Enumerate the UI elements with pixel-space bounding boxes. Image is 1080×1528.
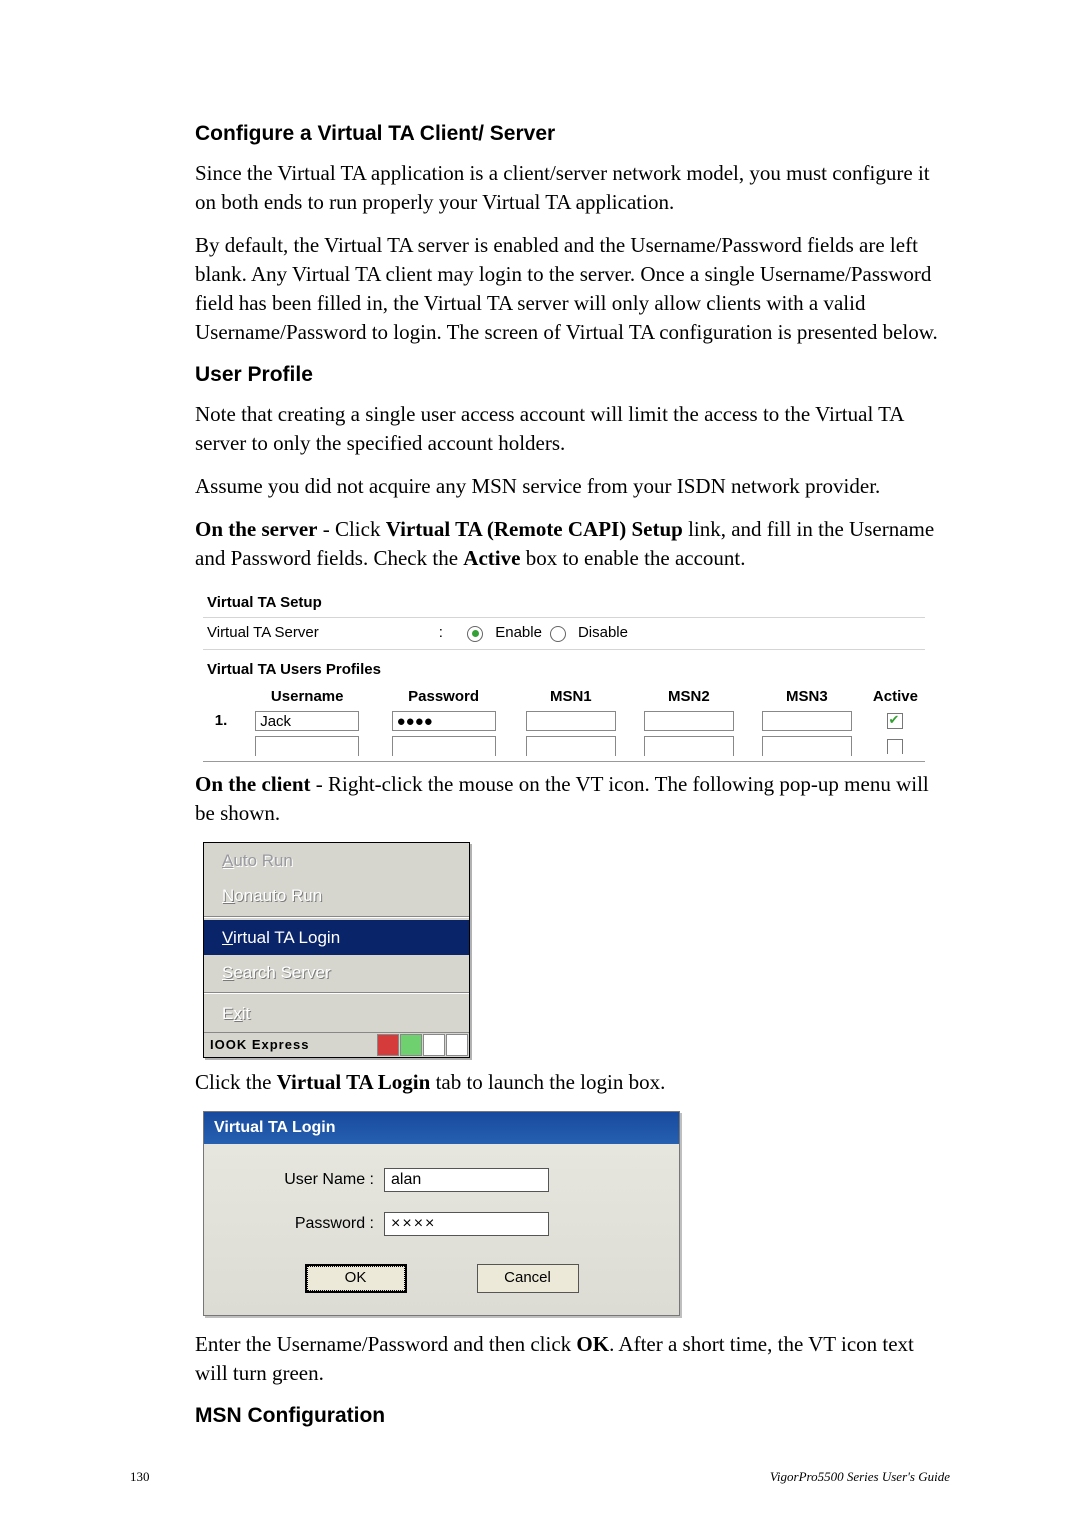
heading-msn-configuration: MSN Configuration (195, 1402, 950, 1431)
paragraph-on-server: On the server - Click Virtual TA (Remote… (195, 515, 950, 573)
tray-icon[interactable] (377, 1034, 399, 1056)
menu-item-auto-run: Auto Run (204, 843, 469, 878)
bold: On the client (195, 772, 311, 796)
popup-menu: Auto Run Nonauto Run Virtual TA Login Se… (203, 842, 470, 1058)
msn1-input[interactable] (526, 736, 616, 756)
username-input[interactable]: Jack (255, 711, 359, 731)
tray-icon[interactable] (423, 1034, 445, 1056)
setup-title: Virtual TA Setup (203, 587, 925, 618)
active-checkbox[interactable] (887, 713, 903, 729)
password-label: Password : (244, 1213, 384, 1235)
password-input[interactable] (392, 736, 496, 756)
username-label: User Name : (244, 1169, 384, 1191)
tray-icon[interactable] (446, 1034, 468, 1056)
username-field[interactable]: alan (384, 1168, 549, 1192)
virtual-ta-login-dialog: Virtual TA Login User Name : alan Passwo… (203, 1111, 680, 1316)
separator: : (439, 623, 443, 644)
ok-button[interactable]: OK (305, 1264, 407, 1293)
guide-title: VigorPro5500 Series User's Guide (770, 1468, 950, 1486)
menu-item-virtual-ta-login[interactable]: Virtual TA Login (204, 920, 469, 955)
col-password: Password (375, 685, 511, 710)
radio-disable[interactable] (550, 626, 566, 642)
taskbar-strip: IOOK Express (204, 1032, 469, 1057)
dialog-titlebar: Virtual TA Login (204, 1112, 679, 1144)
col-msn2: MSN2 (630, 685, 748, 710)
table-header-row: Username Password MSN1 MSN2 MSN3 Active (203, 685, 925, 710)
tray-icon[interactable] (400, 1034, 422, 1056)
paragraph-on-client: On the client - Right-click the mouse on… (195, 770, 950, 828)
cancel-button[interactable]: Cancel (477, 1264, 579, 1293)
server-label: Virtual TA Server (207, 623, 319, 644)
paragraph: By default, the Virtual TA server is ena… (195, 231, 950, 347)
menu-item-nonauto-run[interactable]: Nonauto Run (204, 878, 469, 913)
page-footer: 130 VigorPro5500 Series User's Guide (0, 1468, 1080, 1486)
paragraph: Assume you did not acquire any MSN servi… (195, 472, 950, 501)
msn2-input[interactable] (644, 736, 734, 756)
msn2-input[interactable] (644, 711, 734, 731)
radio-enable-label: Enable (495, 623, 542, 644)
menu-item-exit[interactable]: Exit (204, 996, 469, 1031)
bold: Virtual TA (Remote CAPI) Setup (386, 517, 683, 541)
heading-user-profile: User Profile (195, 361, 950, 390)
col-msn1: MSN1 (512, 685, 630, 710)
page-number: 130 (130, 1468, 150, 1486)
msn3-input[interactable] (762, 736, 852, 756)
virtual-ta-setup-panel: Virtual TA Setup Virtual TA Server : Ena… (203, 587, 925, 762)
profiles-title: Virtual TA Users Profiles (203, 650, 925, 685)
col-username: Username (239, 685, 375, 710)
bold: Active (463, 546, 520, 570)
active-checkbox[interactable] (887, 739, 903, 754)
col-active: Active (866, 685, 925, 710)
profiles-table: Username Password MSN1 MSN2 MSN3 Active … (203, 685, 925, 759)
username-input[interactable] (255, 736, 359, 756)
msn1-input[interactable] (526, 711, 616, 731)
password-field[interactable]: ×××× (384, 1212, 549, 1236)
bold: On the server (195, 517, 317, 541)
col-msn3: MSN3 (748, 685, 866, 710)
paragraph: Enter the Username/Password and then cli… (195, 1330, 950, 1388)
msn3-input[interactable] (762, 711, 852, 731)
bold: Virtual TA Login (277, 1070, 431, 1094)
bold: OK (576, 1332, 609, 1356)
paragraph: Click the Virtual TA Login tab to launch… (195, 1068, 950, 1097)
radio-enable[interactable] (467, 626, 483, 642)
taskbar-text: IOOK Express (204, 1036, 376, 1054)
paragraph: Since the Virtual TA application is a cl… (195, 159, 950, 217)
radio-disable-label: Disable (578, 623, 628, 644)
paragraph: Note that creating a single user access … (195, 400, 950, 458)
row-number: 1. (203, 709, 239, 734)
table-row (203, 734, 925, 759)
tray (376, 1033, 469, 1057)
heading-configure: Configure a Virtual TA Client/ Server (195, 120, 950, 149)
table-row: 1. Jack ●●●● (203, 709, 925, 734)
menu-item-search-server[interactable]: Search Server (204, 955, 469, 990)
password-input[interactable]: ●●●● (392, 711, 496, 731)
